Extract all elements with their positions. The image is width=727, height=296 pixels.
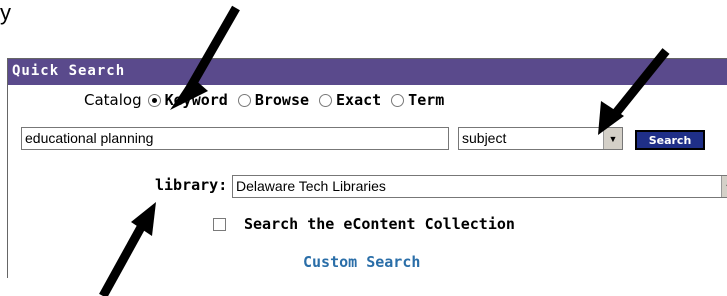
arrow-icon bbox=[99, 5, 670, 296]
